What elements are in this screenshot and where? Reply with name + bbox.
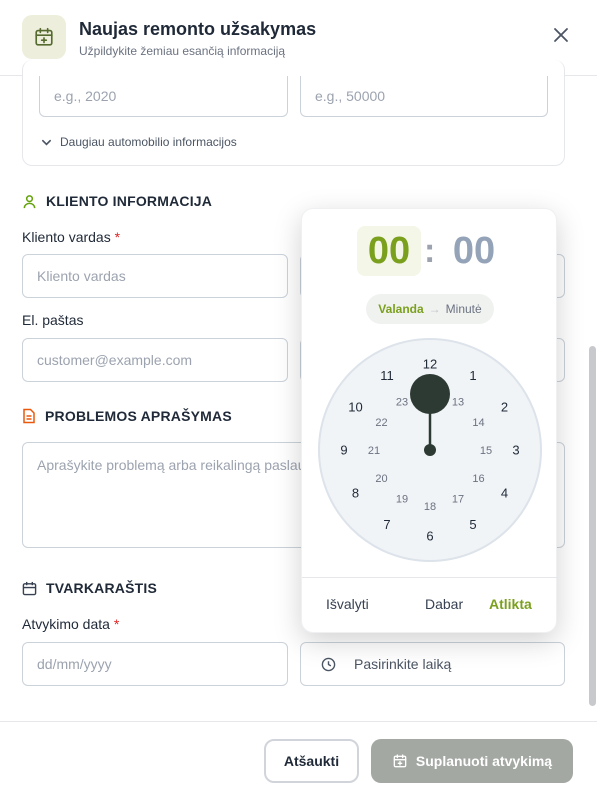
time-separator: : — [424, 232, 436, 270]
client-section-label: KLIENTO INFORMACIJA — [46, 193, 213, 209]
clock-hour-4[interactable]: 4 — [501, 486, 508, 501]
arrival-time-placeholder: Pasirinkite laiką — [354, 656, 452, 672]
calendar-plus-icon — [22, 15, 66, 59]
clock-hand-knob[interactable] — [410, 374, 450, 414]
clock-hour-11[interactable]: 11 — [380, 368, 394, 383]
clock-hour-17[interactable]: 17 — [452, 493, 464, 505]
time-picker-popup: 00 : 00 Valanda → Minutė 12 1 2 3 4 5 6 7 8 9 10 11… — [301, 208, 558, 633]
arrival-date-placeholder: dd/mm/yyyy — [37, 656, 112, 672]
clock-hour-15[interactable]: 15 — [480, 445, 492, 457]
clock-hour-6[interactable]: 6 — [426, 529, 433, 544]
clock-hour-12[interactable]: 12 — [423, 357, 437, 372]
arrow-right-icon: → — [428, 302, 441, 316]
calendar-icon — [22, 581, 37, 595]
modal-title: Naujas remonto užsakymas — [79, 19, 317, 39]
problem-section-title: PROBLEMOS APRAŠYMAS — [22, 408, 232, 424]
schedule-arrival-button[interactable]: Suplanuoti atvykimą — [371, 739, 573, 783]
arrival-date-input[interactable]: dd/mm/yyyy — [22, 642, 288, 686]
client-name-placeholder: Kliento vardas — [37, 268, 126, 284]
clock-icon — [321, 657, 336, 671]
clock-hour-19[interactable]: 19 — [396, 493, 408, 505]
clock-hour-8[interactable]: 8 — [352, 486, 359, 501]
arrival-time-input[interactable]: Pasirinkite laiką — [300, 642, 565, 686]
schedule-arrival-label: Suplanuoti atvykimą — [415, 753, 553, 769]
clock-hour-7[interactable]: 7 — [383, 517, 390, 532]
popup-divider — [302, 577, 558, 578]
clock-face[interactable]: 1212345678910111314151617181920212223 — [317, 337, 543, 563]
close-icon — [554, 28, 568, 42]
clear-button[interactable]: Išvalyti — [326, 596, 369, 612]
clock-hour-20[interactable]: 20 — [375, 473, 387, 485]
clock-hour-22[interactable]: 22 — [375, 417, 387, 429]
more-vehicle-info-label: Daugiau automobilio informacijos — [60, 135, 237, 149]
clock-hour-18[interactable]: 18 — [424, 501, 436, 513]
document-icon — [23, 408, 35, 424]
minutes-display[interactable]: 00 — [442, 226, 506, 276]
mode-indicator: Valanda → Minutė — [366, 294, 494, 324]
client-section-title: KLIENTO INFORMACIJA — [22, 193, 212, 209]
now-button[interactable]: Dabar — [425, 596, 463, 612]
more-vehicle-info-toggle[interactable]: Daugiau automobilio informacijos — [41, 135, 237, 149]
chevron-down-icon — [42, 139, 51, 146]
calendar-plus-icon — [393, 754, 407, 768]
problem-section-label: PROBLEMOS APRAŠYMAS — [45, 408, 232, 424]
modal-subtitle: Užpildykite žemiau esančią informaciją — [79, 44, 286, 58]
mode-minute-label: Minutė — [445, 302, 482, 316]
clock-hour-13[interactable]: 13 — [452, 396, 464, 408]
arrival-date-label: Atvykimo data * — [22, 616, 120, 632]
clock-hour-21[interactable]: 21 — [368, 445, 380, 457]
clock-hour-23[interactable]: 23 — [396, 396, 408, 408]
clock-hour-5[interactable]: 5 — [469, 517, 476, 532]
schedule-section-title: TVARKARAŠTIS — [22, 580, 157, 596]
email-input[interactable]: customer@example.com — [22, 338, 288, 382]
clock-hour-3[interactable]: 3 — [512, 443, 519, 458]
user-icon — [23, 194, 36, 208]
problem-placeholder: Aprašykite problemą arba reikalingą pasl… — [37, 457, 322, 473]
clock-hour-9[interactable]: 9 — [340, 443, 347, 458]
clock-hour-16[interactable]: 16 — [472, 473, 484, 485]
cancel-button[interactable]: Atšaukti — [264, 739, 359, 783]
clock-hour-14[interactable]: 14 — [472, 417, 484, 429]
vehicle-year-input[interactable]: e.g., 2020 — [39, 76, 288, 117]
client-name-input[interactable]: Kliento vardas — [22, 254, 288, 298]
clock-hour-2[interactable]: 2 — [501, 400, 508, 415]
email-label: El. paštas — [22, 312, 84, 328]
vehicle-year-placeholder: e.g., 2020 — [54, 88, 117, 104]
schedule-section-label: TVARKARAŠTIS — [46, 580, 158, 596]
clock-center — [424, 444, 436, 456]
close-button[interactable] — [550, 24, 572, 46]
done-button[interactable]: Atlikta — [489, 596, 532, 612]
clock-hour-1[interactable]: 1 — [469, 368, 476, 383]
vehicle-mileage-input[interactable]: e.g., 50000 — [300, 76, 548, 117]
hours-display[interactable]: 00 — [357, 226, 421, 276]
client-name-label: Kliento vardas * — [22, 229, 121, 245]
clock-hour-10[interactable]: 10 — [348, 400, 362, 415]
mode-hour-label: Valanda — [378, 302, 424, 316]
scrollbar-thumb[interactable] — [589, 346, 596, 706]
email-placeholder: customer@example.com — [37, 352, 193, 368]
vehicle-mileage-placeholder: e.g., 50000 — [315, 88, 386, 104]
